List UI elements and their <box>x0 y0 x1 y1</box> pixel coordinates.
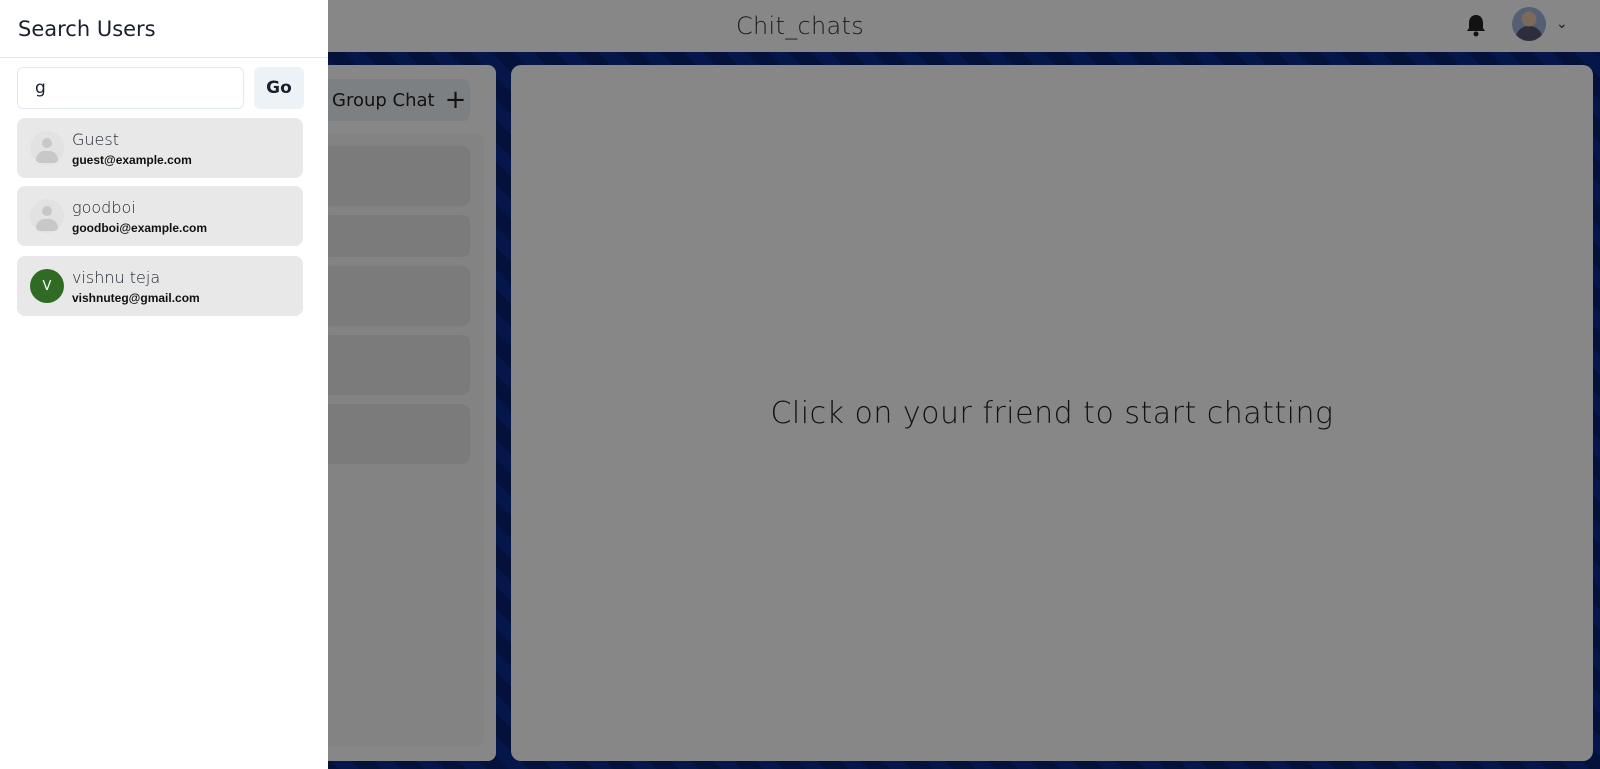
drawer-title: Search Users <box>0 0 328 58</box>
user-name: goodboi <box>72 197 136 217</box>
user-initial-avatar: V <box>30 269 64 303</box>
search-input[interactable] <box>17 67 244 109</box>
user-email: guest@example.com <box>72 152 192 167</box>
user-name: vishnu teja <box>72 267 161 287</box>
user-email: goodboi@example.com <box>72 220 208 235</box>
search-users-drawer: Search Users Go Guest guest@example.com … <box>0 0 328 769</box>
go-button[interactable]: Go <box>254 67 304 109</box>
user-result-item[interactable]: goodboi goodboi@example.com <box>17 186 303 246</box>
default-person-icon <box>30 131 64 165</box>
user-result-item[interactable]: Guest guest@example.com <box>17 118 303 178</box>
user-result-item[interactable]: V vishnu teja vishnuteg@gmail.com <box>17 256 303 316</box>
user-email: vishnuteg@gmail.com <box>72 290 200 305</box>
user-name: Guest <box>72 129 119 149</box>
search-row: Go <box>17 67 304 109</box>
default-person-icon <box>30 199 64 233</box>
